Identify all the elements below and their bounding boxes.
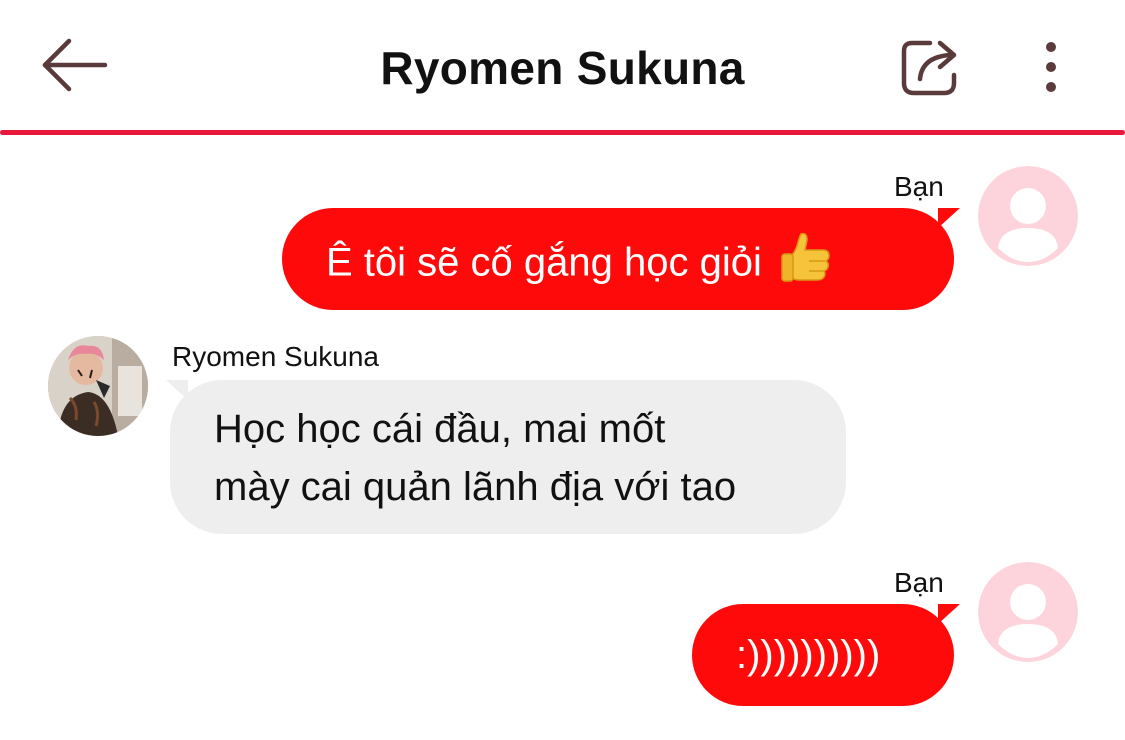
arrow-left-icon bbox=[42, 38, 108, 92]
sender-name: Ryomen Sukuna bbox=[172, 341, 380, 372]
message-bubble-outgoing[interactable]: Ê tôi sẽ cố gắng học giỏi bbox=[282, 208, 954, 310]
thumbs-up-emoji-icon bbox=[779, 230, 833, 300]
chat-header: Ryomen Sukuna bbox=[0, 0, 1125, 132]
message-line: mày cai quản lãnh địa với tao bbox=[214, 465, 737, 509]
sender-name: Bạn bbox=[894, 567, 944, 598]
share-icon bbox=[901, 40, 957, 96]
sukuna-photo-avatar-icon bbox=[48, 336, 148, 436]
back-button[interactable] bbox=[36, 32, 112, 98]
page-title: Ryomen Sukuna bbox=[380, 42, 745, 94]
message-line: Học học cái đầu, mai mốt bbox=[214, 407, 666, 451]
message-text: :)))))))))) bbox=[736, 633, 881, 677]
user-avatar[interactable] bbox=[978, 562, 1078, 662]
header-divider bbox=[0, 130, 1125, 135]
default-user-avatar-icon bbox=[978, 166, 1078, 266]
share-button[interactable] bbox=[890, 30, 970, 104]
sender-name: Bạn bbox=[894, 171, 944, 202]
contact-avatar[interactable] bbox=[48, 336, 148, 436]
more-vertical-icon bbox=[1046, 42, 1056, 92]
user-avatar[interactable] bbox=[978, 166, 1078, 266]
default-user-avatar-icon bbox=[978, 562, 1078, 662]
message-bubble-incoming[interactable]: Học học cái đầu, mai mốt mày cai quản lã… bbox=[170, 380, 846, 534]
message-bubble-outgoing[interactable]: :)))))))))) bbox=[692, 604, 954, 706]
more-options-button[interactable] bbox=[1024, 30, 1078, 104]
message-text: Ê tôi sẽ cố gắng học giỏi bbox=[326, 240, 762, 285]
